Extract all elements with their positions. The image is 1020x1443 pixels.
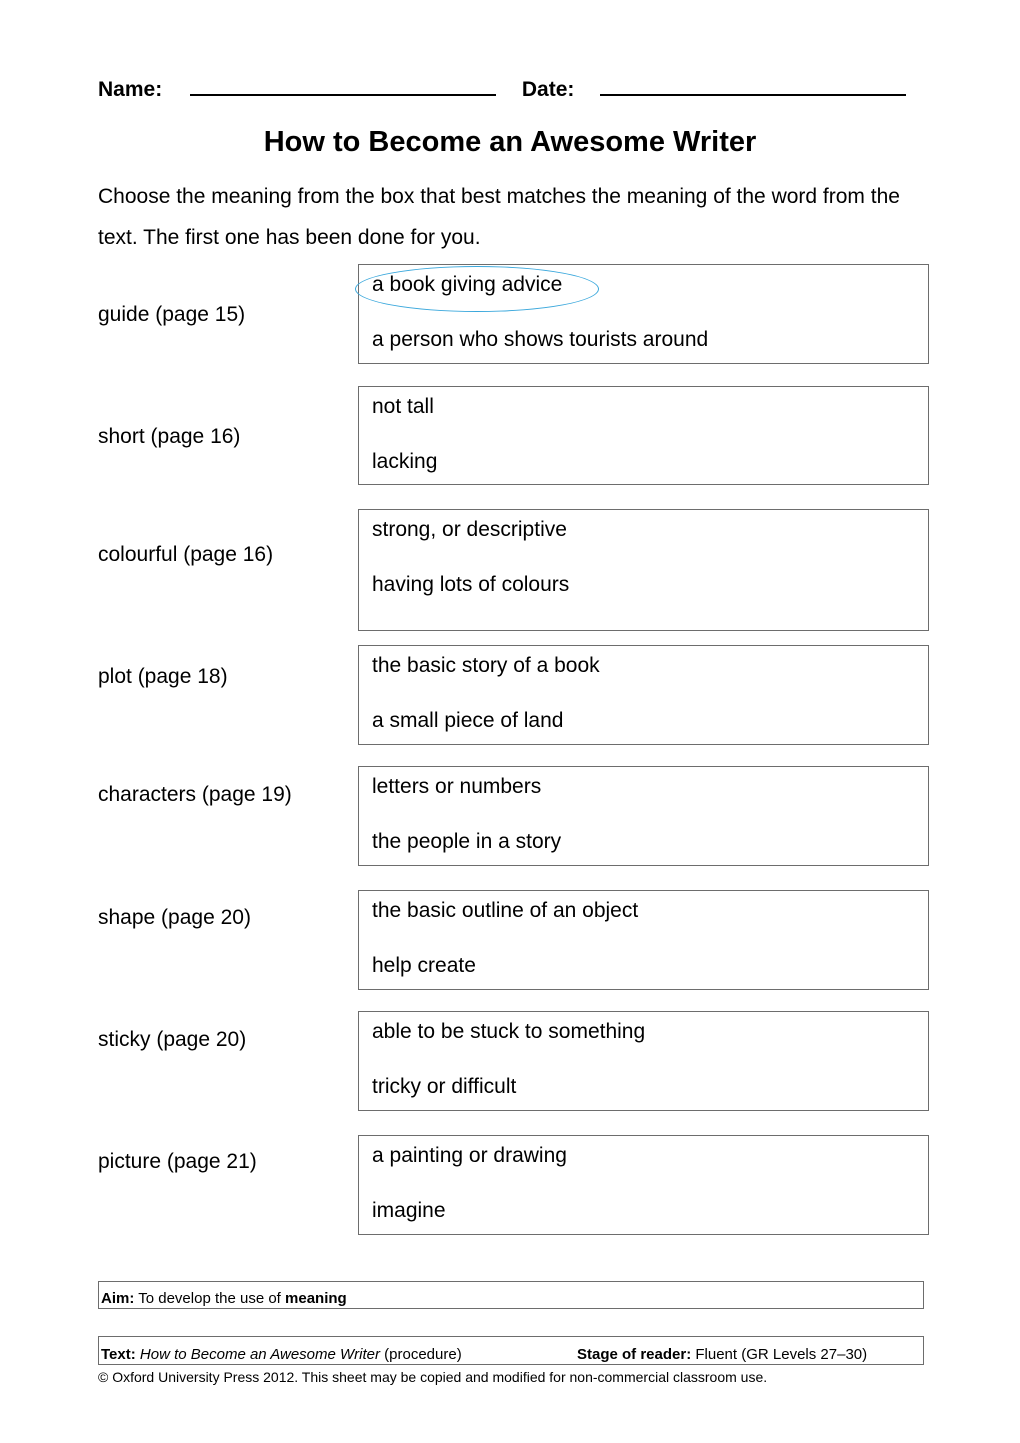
meaning-options-box: a painting or drawing imagine [358,1135,929,1235]
stage-value: Fluent (GR Levels 27–30) [691,1346,868,1363]
target-word: characters (page 19) [98,783,292,806]
meaning-options-box: the basic outline of an object help creat… [358,890,929,990]
meaning-option[interactable]: not tall [372,395,434,419]
meaning-option[interactable]: a person who shows tourists around [372,328,708,352]
meaning-options-box: not tall lacking [358,386,929,485]
meaning-options-box: able to be stuck to something tricky or d… [358,1011,929,1111]
text-label: Text: [101,1346,136,1363]
meaning-options-box: a book giving advice a person who shows t… [355,264,929,364]
target-word: sticky (page 20) [98,1028,247,1051]
meaning-option[interactable]: the basic story of a book [372,654,600,678]
instructions: Choose the meaning from the box that bes… [98,185,900,249]
meaning-options-box: the basic story of a book a small piece o… [358,645,929,745]
aim-text: To develop the use of [134,1290,286,1307]
answer-circle-mark [355,266,599,312]
name-date-bar: Name: Date: [98,74,907,102]
target-word: short (page 16) [98,425,241,448]
meaning-option[interactable]: imagine [372,1199,446,1223]
meaning-option[interactable]: the basic outline of an object [372,899,638,923]
meaning-option[interactable]: a small piece of land [372,709,563,733]
meaning-option[interactable]: having lots of colours [372,573,569,597]
aim-focus: meaning [285,1290,347,1307]
text-type: (procedure) [380,1346,462,1363]
target-word: shape (page 20) [98,906,251,929]
date-label: Date: [521,78,575,101]
aim-box: Aim: To develop the use of meaning [98,1281,924,1309]
meaning-option[interactable]: lacking [372,450,437,474]
target-word: colourful (page 16) [98,543,274,566]
target-word: picture (page 21) [98,1150,257,1173]
copyright-notice: © Oxford University Press 2012. This she… [98,1369,768,1385]
name-label: Name: [98,78,163,101]
aim-label: Aim: [101,1290,135,1307]
date-field[interactable] [600,74,907,96]
meaning-option[interactable]: letters or numbers [372,775,541,799]
meaning-option[interactable]: a painting or drawing [372,1144,567,1168]
page-title: How to Become an Awesome Writer [263,126,757,158]
meaning-option[interactable]: tricky or difficult [372,1075,516,1099]
meaning-option[interactable]: the people in a story [372,830,561,854]
target-word: plot (page 18) [98,665,228,688]
text-info-box: Text: How to Become an Awesome Writer (p… [98,1336,924,1365]
meaning-option[interactable]: help create [372,954,476,978]
stage-label: Stage of reader: [577,1346,692,1363]
text-title: How to Become an Awesome Writer [139,1346,380,1363]
meaning-option[interactable]: strong, or descriptive [372,518,567,542]
name-field[interactable] [190,74,497,96]
target-word: guide (page 15) [98,303,246,326]
meaning-option[interactable]: able to be stuck to something [372,1020,645,1044]
meaning-options-box: strong, or descriptive having lots of col… [358,509,929,631]
meaning-options-box: letters or numbers the people in a story [358,766,929,866]
